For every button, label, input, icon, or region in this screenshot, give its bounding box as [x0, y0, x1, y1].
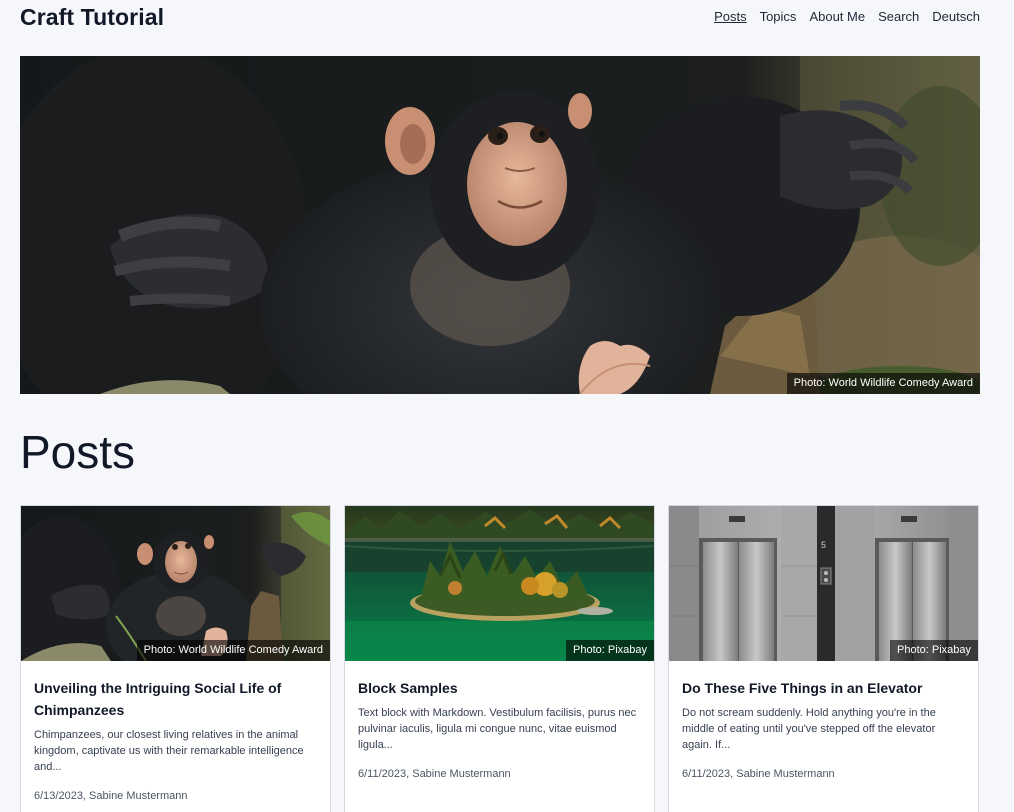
main-nav: Posts Topics About Me Search Deutsch	[714, 0, 980, 26]
post-card-body: Do These Five Things in an Elevator Do n…	[669, 661, 978, 781]
post-excerpt: Chimpanzees, our closest living relative…	[34, 729, 304, 773]
nav-link-about-me[interactable]: About Me	[809, 8, 865, 26]
post-card[interactable]: 5 Photo: Pixabay Do These Five Things in…	[668, 505, 979, 812]
post-card[interactable]: Photo: Pixabay Block Samples Text block …	[344, 505, 655, 812]
baby-chimpanzee-photo	[21, 506, 330, 661]
post-meta: 6/11/2023, Sabine Mustermann	[358, 768, 511, 780]
post-title[interactable]: Unveiling the Intriguing Social Life of …	[34, 677, 317, 721]
nav-link-posts[interactable]: Posts	[714, 8, 747, 26]
nav-link-topics[interactable]: Topics	[760, 8, 797, 26]
page-title: Posts	[20, 426, 136, 478]
post-meta: 6/13/2023, Sabine Mustermann	[34, 790, 188, 802]
lake-island-photo	[345, 506, 654, 661]
elevator-doors-photo: 5	[669, 506, 978, 661]
post-excerpt: Do not scream suddenly. Hold anything yo…	[682, 707, 936, 751]
post-title[interactable]: Block Samples	[358, 677, 641, 699]
site-header: Craft Tutorial Posts Topics About Me Sea…	[20, 0, 980, 40]
nav-link-search[interactable]: Search	[878, 8, 919, 26]
svg-text:5: 5	[821, 540, 826, 550]
photo-credit: Photo: World Wildlife Comedy Award	[136, 640, 330, 661]
photo-credit: Photo: Pixabay	[566, 640, 654, 661]
post-title[interactable]: Do These Five Things in an Elevator	[682, 677, 965, 699]
post-excerpt: Text block with Markdown. Vestibulum fac…	[358, 707, 637, 751]
baby-chimpanzee-photo	[20, 56, 980, 394]
site-title[interactable]: Craft Tutorial	[20, 0, 164, 34]
post-card-body: Unveiling the Intriguing Social Life of …	[21, 661, 330, 803]
photo-credit: Photo: Pixabay	[890, 640, 978, 661]
post-card-image[interactable]: 5 Photo: Pixabay	[669, 506, 978, 661]
post-card-image[interactable]: Photo: Pixabay	[345, 506, 654, 661]
hero-image: Photo: World Wildlife Comedy Award	[20, 56, 980, 394]
post-card-image[interactable]: Photo: World Wildlife Comedy Award	[21, 506, 330, 661]
post-card-body: Block Samples Text block with Markdown. …	[345, 661, 654, 781]
post-card[interactable]: Photo: World Wildlife Comedy Award Unvei…	[20, 505, 331, 812]
post-meta: 6/11/2023, Sabine Mustermann	[682, 768, 835, 780]
nav-link-language[interactable]: Deutsch	[932, 8, 980, 26]
hero-photo-credit: Photo: World Wildlife Comedy Award	[786, 373, 980, 394]
